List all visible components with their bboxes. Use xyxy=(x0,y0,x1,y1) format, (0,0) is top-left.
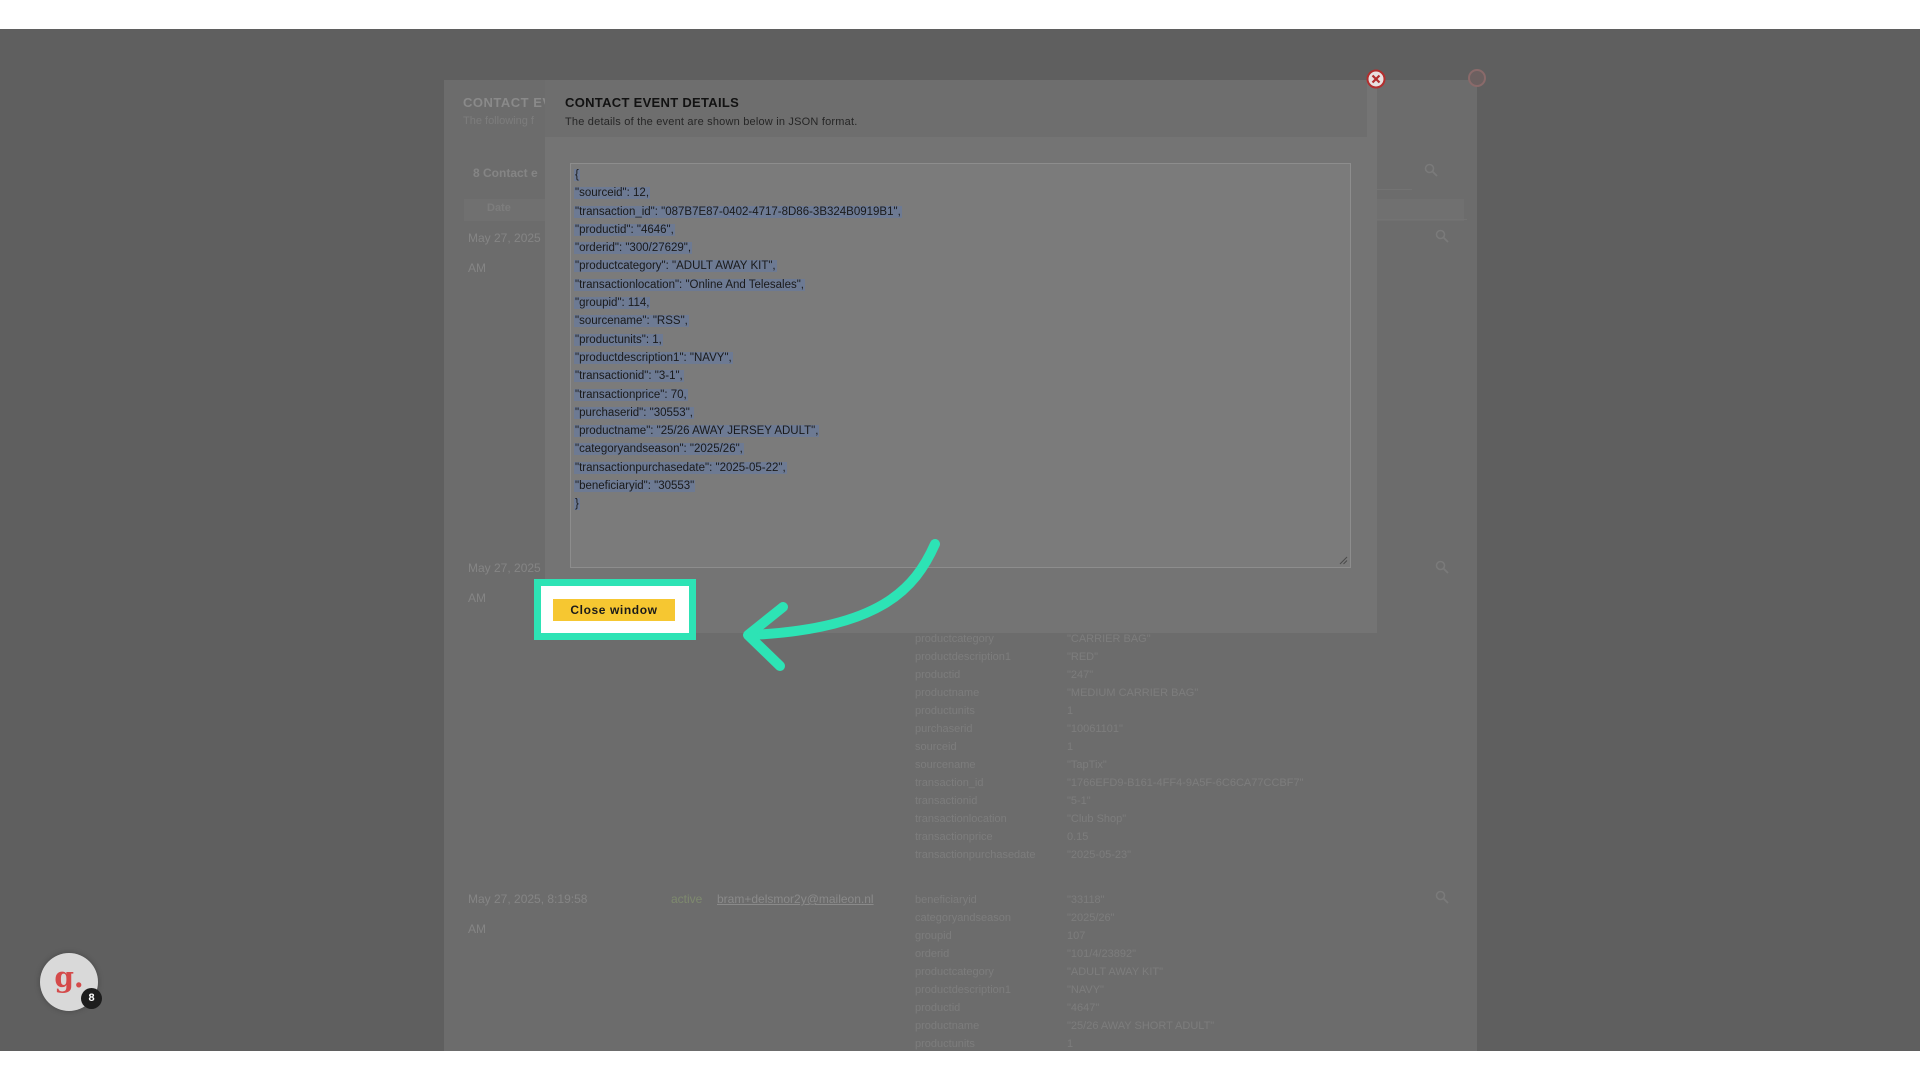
status-label: active xyxy=(671,892,703,906)
detail-value: "Club Shop" xyxy=(1067,813,1127,825)
detail-key: productunits xyxy=(915,1038,975,1050)
contact-event-details-modal: CONTACT EVENT DETAILS The details of the… xyxy=(545,80,1377,633)
detail-value: 0.15 xyxy=(1067,831,1089,843)
close-window-button[interactable]: Close window xyxy=(553,599,675,621)
detail-key: transaction_id xyxy=(915,777,984,789)
json-line: "orderid": "300/27629", xyxy=(574,242,693,255)
contact-email-link[interactable]: bram+delsmor2y@maileon.nl xyxy=(717,892,874,906)
detail-key: productdescription1 xyxy=(915,984,1012,996)
detail-value: "CARRIER BAG" xyxy=(1067,633,1151,645)
detail-value: "101/4/23892" xyxy=(1067,948,1136,960)
modal-title: CONTACT EVENT DETAILS xyxy=(565,95,740,110)
json-line: "beneficiaryid": "30553" xyxy=(574,480,696,493)
detail-key: productid xyxy=(915,1002,961,1014)
json-textarea[interactable]: { "sourceid": 12, "transaction_id": "087… xyxy=(570,163,1351,568)
detail-value: "4647" xyxy=(1067,1002,1100,1014)
detail-key: groupid xyxy=(915,930,952,942)
row-date: May 27, 2025 xyxy=(468,561,541,575)
json-line: "transactionid": "3-1", xyxy=(574,370,684,383)
row-time: AM xyxy=(468,261,486,275)
detail-key: sourceid xyxy=(915,741,957,753)
json-line: "transactionprice": 70, xyxy=(574,388,688,401)
search-icon[interactable] xyxy=(1435,890,1449,904)
json-line: "productdescription1": "NAVY", xyxy=(574,351,733,364)
json-line: } xyxy=(574,498,580,511)
json-line: "transactionlocation": "Online And Teles… xyxy=(574,278,806,291)
detail-value: 1 xyxy=(1067,705,1074,717)
row-time: AM xyxy=(468,591,486,605)
json-line: "transaction_id": "087B7E87-0402-4717-8D… xyxy=(574,205,902,218)
detail-value: "RED" xyxy=(1067,651,1099,663)
detail-value: "5-1" xyxy=(1067,795,1091,807)
search-icon[interactable] xyxy=(1435,560,1449,574)
row-date: May 27, 2025, 8:19:58 xyxy=(468,892,588,906)
detail-value: 1 xyxy=(1067,741,1074,753)
detail-value: "TapTix" xyxy=(1067,759,1107,771)
events-count: 8 Contact e xyxy=(473,166,538,180)
detail-key: productunits xyxy=(915,705,975,717)
detail-key: sourcename xyxy=(915,759,976,771)
row-date: May 27, 2025 xyxy=(468,231,541,245)
detail-value: "NAVY" xyxy=(1067,984,1104,996)
json-line: "transactionpurchasedate": "2025-05-22", xyxy=(574,461,787,474)
notification-count-badge: 8 xyxy=(81,988,102,1009)
detail-value: 1 xyxy=(1067,1038,1074,1050)
detail-value: "1766EFD9-B161-4FF4-9A5F-6C6CA77CCBF7" xyxy=(1067,777,1304,789)
json-line: { xyxy=(574,169,580,181)
json-line: "purchaserid": "30553", xyxy=(574,406,694,419)
json-line: "categoryandseason": "2025/26", xyxy=(574,443,744,456)
resize-grip-icon[interactable] xyxy=(1339,556,1348,565)
detail-value: "25/26 AWAY SHORT ADULT" xyxy=(1067,1020,1215,1032)
row-time: AM xyxy=(468,922,486,936)
detail-value: "MEDIUM CARRIER BAG" xyxy=(1067,687,1199,699)
curved-arrow-icon xyxy=(743,539,940,671)
panel-subtitle: The following f xyxy=(463,115,534,127)
json-line: "productname": "25/26 AWAY JERSEY ADULT"… xyxy=(574,425,820,438)
json-line: "sourceid": 12, xyxy=(574,187,651,200)
screen: CONTACT EV The following f 8 Contact e D… xyxy=(0,0,1920,1080)
detail-key: transactionid xyxy=(915,795,978,807)
detail-key: transactionprice xyxy=(915,831,993,843)
search-icon[interactable] xyxy=(1424,163,1438,177)
detail-key: transactionlocation xyxy=(915,813,1007,825)
detail-key: productcategory xyxy=(915,966,994,978)
detail-value: "33118" xyxy=(1067,894,1105,906)
detail-key: purchaserid xyxy=(915,723,973,735)
detail-value: "2025/26" xyxy=(1067,912,1115,924)
json-line: "groupid": 114, xyxy=(574,297,651,310)
json-line: "productunits": 1, xyxy=(574,333,663,346)
detail-key: orderid xyxy=(915,948,950,960)
detail-key: productname xyxy=(915,1020,980,1032)
detail-value: "ADULT AWAY KIT" xyxy=(1067,966,1164,978)
detail-key: transactionpurchasedate xyxy=(915,849,1036,861)
close-circle-icon[interactable] xyxy=(1366,69,1386,89)
modal-header: CONTACT EVENT DETAILS The details of the… xyxy=(545,80,1367,137)
panel-close-icon[interactable] xyxy=(1468,69,1486,87)
json-line: "sourcename": "RSS", xyxy=(574,315,689,328)
date-column-header[interactable]: Date xyxy=(487,202,511,214)
detail-value: 107 xyxy=(1067,930,1086,942)
detail-value: "247" xyxy=(1067,669,1094,681)
divider xyxy=(1377,219,1467,220)
detail-value: "10061101" xyxy=(1067,723,1123,735)
modal-subtitle: The details of the event are shown below… xyxy=(565,116,858,128)
panel-title: CONTACT EV xyxy=(463,95,552,110)
detail-key: beneficiaryid xyxy=(915,894,977,906)
detail-key: categoryandseason xyxy=(915,912,1012,924)
json-line: "productcategory": "ADULT AWAY KIT", xyxy=(574,260,777,273)
search-icon[interactable] xyxy=(1435,229,1449,243)
json-line: "productid": "4646", xyxy=(574,223,675,236)
page-overlay: CONTACT EV The following f 8 Contact e D… xyxy=(0,29,1920,1051)
search-field-edge xyxy=(1377,189,1412,190)
detail-value: "2025-05-23" xyxy=(1067,849,1132,861)
